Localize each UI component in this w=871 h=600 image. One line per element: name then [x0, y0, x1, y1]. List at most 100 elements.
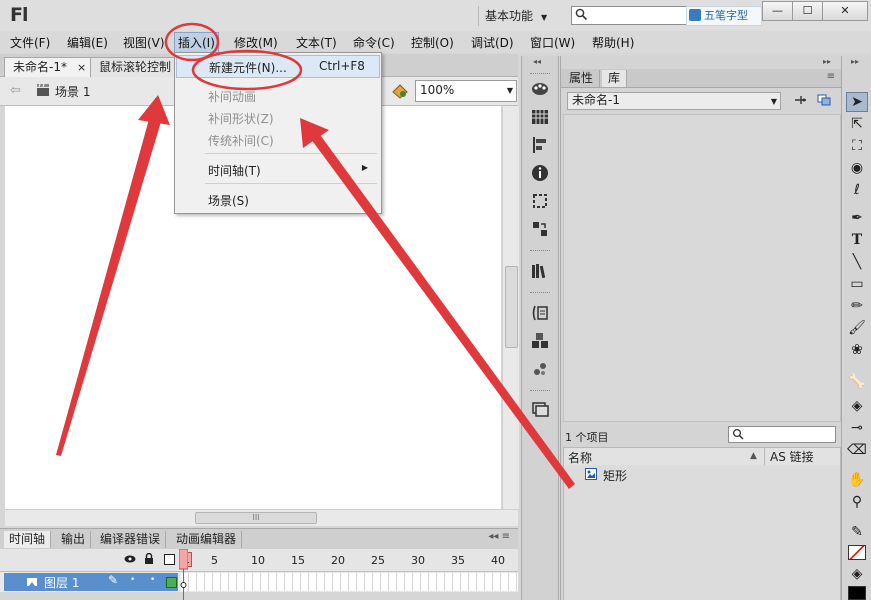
- project-icon[interactable]: [531, 400, 549, 418]
- lasso-tool-icon[interactable]: ℓ: [846, 180, 868, 200]
- library-search-input[interactable]: [728, 426, 836, 443]
- menu-item-new-symbol[interactable]: 新建元件(N)... Ctrl+F8: [176, 55, 380, 78]
- lock-dot-icon[interactable]: •: [150, 575, 155, 585]
- behaviors-icon[interactable]: [531, 360, 549, 378]
- hand-tool-icon[interactable]: ✋: [846, 470, 868, 490]
- tab-mouse-wheel-control[interactable]: 鼠标滚轮控制: [90, 57, 180, 77]
- pin-icon[interactable]: [793, 94, 807, 106]
- collapse-icon[interactable]: ◂◂: [533, 57, 541, 66]
- subselection-tool-icon[interactable]: ⇱: [846, 114, 868, 134]
- eyedropper-tool-icon[interactable]: ⊸: [846, 418, 868, 438]
- rectangle-tool-icon[interactable]: ▭: [846, 274, 868, 294]
- column-name[interactable]: 名称: [568, 449, 592, 466]
- tab-timeline[interactable]: 时间轴: [4, 531, 52, 548]
- menu-file[interactable]: 文件(F): [10, 34, 50, 51]
- frame-cells[interactable]: [181, 573, 518, 591]
- column-linkage[interactable]: AS 链接: [764, 448, 814, 465]
- outline-icon[interactable]: [164, 554, 175, 565]
- zoom-select[interactable]: 100% ▼: [415, 80, 517, 102]
- menu-control[interactable]: 控制(O): [411, 34, 454, 51]
- swatches-icon[interactable]: [531, 108, 549, 126]
- zoom-tool-icon[interactable]: ⚲: [846, 492, 868, 512]
- menu-text[interactable]: 文本(T): [296, 34, 337, 51]
- edit-symbols-icon[interactable]: [390, 82, 410, 100]
- stroke-color-icon[interactable]: ✎: [846, 522, 868, 542]
- close-button[interactable]: ✕: [822, 1, 868, 21]
- stroke-swatch[interactable]: [848, 545, 866, 560]
- visibility-dot-icon[interactable]: •: [130, 575, 135, 585]
- components-icon[interactable]: [531, 332, 549, 350]
- menu-insert[interactable]: 插入(I): [174, 32, 219, 53]
- eraser-tool-icon[interactable]: ⌫: [846, 440, 868, 460]
- paint-bucket-tool-icon[interactable]: ◈: [846, 396, 868, 416]
- maximize-button[interactable]: ☐: [792, 1, 823, 21]
- motion-presets-icon[interactable]: [531, 220, 549, 238]
- tab-properties[interactable]: 属性: [563, 70, 601, 87]
- menu-item-scene[interactable]: 场景(S): [176, 189, 378, 210]
- menu-item-classic-tween: 传统补间(C): [208, 134, 274, 148]
- zoom-value: 100%: [420, 83, 455, 97]
- collapse-icon[interactable]: ▸▸: [851, 57, 859, 66]
- tab-untitled-1[interactable]: 未命名-1* ×: [4, 57, 96, 77]
- outline-color-icon[interactable]: [166, 577, 177, 588]
- transform-icon[interactable]: [531, 192, 549, 210]
- scrollbar-thumb[interactable]: [505, 266, 518, 348]
- color-palette-icon[interactable]: [531, 80, 549, 98]
- new-library-panel-icon[interactable]: [817, 94, 831, 106]
- sort-ascending-icon[interactable]: ▲: [750, 451, 757, 461]
- back-arrow-icon[interactable]: ⇦: [10, 83, 21, 98]
- layer-1[interactable]: 图层 1 ✎ • •: [4, 573, 178, 591]
- menu-view[interactable]: 视图(V): [123, 34, 165, 51]
- selection-tool-icon[interactable]: ➤: [846, 92, 868, 112]
- menu-debug[interactable]: 调试(D): [471, 34, 514, 51]
- minimize-button[interactable]: —: [762, 1, 793, 21]
- menu-bar: 文件(F) 编辑(E) 视图(V) 插入(I) 修改(M) 文本(T) 命令(C…: [0, 31, 871, 53]
- pen-tool-icon[interactable]: ✒: [846, 208, 868, 228]
- menu-item-timeline[interactable]: 时间轴(T) ▶: [176, 159, 378, 180]
- timeline-tabs: 时间轴 输出 编译器错误 动画编辑器 ◂◂ ≡: [0, 528, 518, 549]
- insert-menu-dropdown: 新建元件(N)... Ctrl+F8 补间动画 补间形状(Z) 传统补间(C) 时…: [174, 52, 382, 214]
- vertical-scrollbar[interactable]: [502, 106, 519, 509]
- align-icon[interactable]: [531, 136, 549, 154]
- menu-window[interactable]: 窗口(W): [530, 34, 575, 51]
- brush-tool-icon[interactable]: 🖌: [846, 318, 868, 338]
- fill-color-icon[interactable]: ◈: [846, 564, 868, 584]
- scrollbar-thumb[interactable]: III: [195, 512, 317, 524]
- menu-commands[interactable]: 命令(C): [353, 34, 395, 51]
- library-item[interactable]: 矩形: [563, 466, 839, 484]
- line-tool-icon[interactable]: ╲: [846, 252, 868, 272]
- tab-output[interactable]: 输出: [56, 531, 92, 548]
- eye-icon[interactable]: [124, 554, 136, 564]
- horizontal-scrollbar[interactable]: III: [5, 509, 518, 526]
- text-tool-icon[interactable]: T: [846, 230, 868, 250]
- frame-number: 5: [211, 554, 218, 567]
- frame-number: 25: [371, 554, 385, 567]
- library-icon[interactable]: [531, 262, 549, 280]
- search-icon: [732, 428, 744, 440]
- tab-motion-editor[interactable]: 动画编辑器: [171, 531, 243, 548]
- tab-label: 未命名-1*: [13, 60, 67, 74]
- bone-tool-icon[interactable]: 🦴: [846, 372, 868, 392]
- tools-panel: ▸▸ ➤ ⇱ ⛶ ◉ ℓ ✒ T ╲ ▭ ✏ 🖌 ❀ 🦴 ◈ ⊸ ⌫ ✋ ⚲ ✎…: [841, 56, 871, 600]
- menu-help[interactable]: 帮助(H): [592, 34, 634, 51]
- menu-modify[interactable]: 修改(M): [234, 34, 278, 51]
- tab-library[interactable]: 库: [602, 70, 628, 87]
- 3d-rotation-tool-icon[interactable]: ◉: [846, 158, 868, 178]
- deco-tool-icon[interactable]: ❀: [846, 340, 868, 360]
- menu-item-shape-tween: 补间形状(Z): [208, 112, 274, 126]
- lock-icon[interactable]: [144, 553, 154, 565]
- info-icon[interactable]: [531, 164, 549, 182]
- panel-menu-icon[interactable]: ◂◂ ≡: [488, 531, 510, 542]
- library-document-select[interactable]: 未命名-1 ▼: [567, 92, 781, 110]
- workspace-switcher[interactable]: 基本功能 ▼: [478, 6, 553, 26]
- tab-compiler-errors[interactable]: 编译器错误: [95, 531, 167, 548]
- free-transform-tool-icon[interactable]: ⛶: [846, 136, 868, 156]
- collapse-icon[interactable]: ▸▸: [823, 57, 831, 66]
- menu-edit[interactable]: 编辑(E): [67, 34, 108, 51]
- playhead[interactable]: [179, 549, 188, 600]
- pencil-tool-icon[interactable]: ✏: [846, 296, 868, 316]
- panel-menu-icon[interactable]: ≡: [827, 71, 835, 82]
- close-icon[interactable]: ×: [77, 61, 86, 74]
- actions-icon[interactable]: [531, 304, 549, 322]
- fill-swatch[interactable]: [848, 586, 866, 600]
